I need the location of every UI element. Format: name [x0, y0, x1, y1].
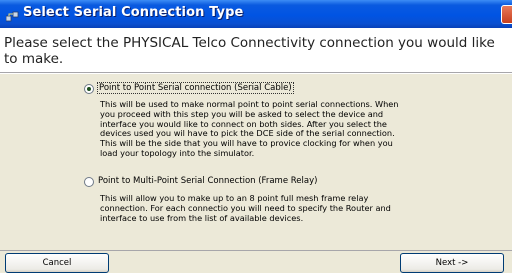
title-bar[interactable]: Select Serial Connection Type [0, 0, 512, 28]
option-point-to-point-label[interactable]: Point to Point Serial connection (Serial… [97, 82, 294, 94]
header-panel: Please select the PHYSICAL Telco Connect… [0, 28, 512, 72]
header-divider-highlight [0, 73, 512, 74]
option-point-to-point-description: This will be used to make normal point t… [100, 99, 399, 159]
app-icon [5, 8, 19, 22]
radio-selected-dot [87, 87, 91, 91]
radio-point-to-point[interactable] [84, 84, 94, 94]
page-heading: Please select the PHYSICAL Telco Connect… [4, 35, 495, 67]
close-button[interactable] [501, 5, 512, 24]
option-point-to-point-text: Point to Point Serial connection (Serial… [97, 82, 294, 94]
description-line: load your topology into the simulator. [100, 147, 255, 158]
option-multi-point-description: This will allow you to make up to an 8 p… [100, 193, 391, 223]
footer-divider [0, 250, 512, 251]
cancel-button[interactable]: Cancel [5, 253, 109, 273]
description-line: interface to use from the list of availa… [100, 212, 304, 223]
option-multi-point-label[interactable]: Point to Multi-Point Serial Connection (… [98, 176, 317, 186]
window-title: Select Serial Connection Type [23, 5, 244, 20]
next-button[interactable]: Next -> [400, 253, 504, 273]
radio-multi-point[interactable] [84, 177, 94, 187]
